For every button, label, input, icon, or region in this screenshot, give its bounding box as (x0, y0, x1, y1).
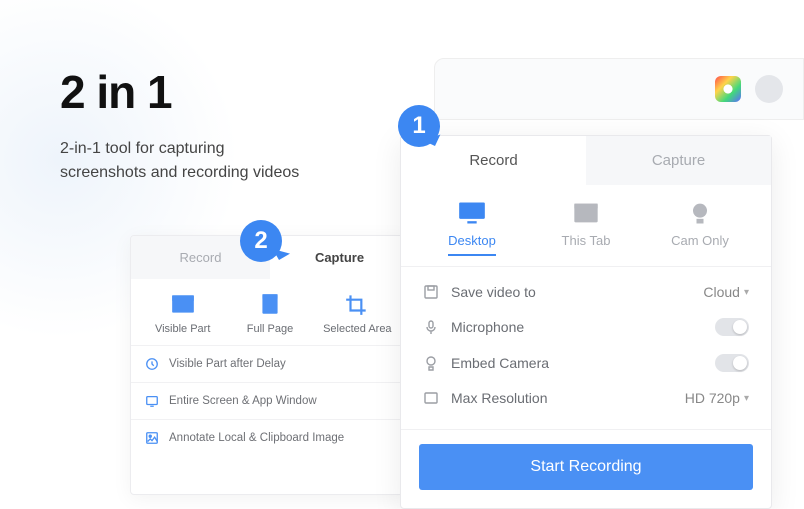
capture-visible-part[interactable]: Visible Part (143, 293, 223, 335)
save-icon (423, 284, 439, 300)
mode-desktop[interactable]: Desktop (427, 201, 517, 256)
settings-list: Save video to Cloud▾ Microphone Embed Ca… (401, 266, 771, 430)
capture-entire-screen[interactable]: Entire Screen & App Window (131, 382, 409, 419)
hd-icon (423, 390, 439, 406)
setting-microphone-label: Microphone (451, 319, 715, 335)
setting-max-resolution[interactable]: Max Resolution HD 720p▾ (423, 381, 749, 415)
mode-row: Desktop This Tab Cam Only (401, 185, 771, 266)
chevron-down-icon: ▾ (744, 393, 749, 404)
setting-microphone[interactable]: Microphone (423, 309, 749, 345)
record-panel-tabs: Record Capture (401, 136, 771, 185)
setting-save-to-value: Cloud▾ (703, 284, 749, 300)
chevron-down-icon: ▾ (744, 287, 749, 298)
mode-cam-only[interactable]: Cam Only (655, 201, 745, 256)
window-icon (170, 293, 196, 315)
setting-save-to-label: Save video to (451, 284, 703, 300)
setting-embed-camera[interactable]: Embed Camera (423, 345, 749, 381)
tab-icon (572, 201, 600, 225)
capture-selected-area-label: Selected Area (323, 323, 392, 335)
camera-icon (686, 201, 714, 225)
capture-full-page[interactable]: Full Page (230, 293, 310, 335)
capture-visible-delay-label: Visible Part after Delay (169, 358, 286, 370)
extension-icon[interactable] (715, 76, 741, 102)
hero-title: 2 in 1 (60, 65, 299, 119)
crop-icon (344, 293, 370, 315)
tab2-capture[interactable]: Capture (270, 236, 409, 279)
capture-visible-part-label: Visible Part (155, 323, 210, 335)
image-icon (145, 431, 159, 445)
desktop-icon (458, 201, 486, 225)
capture-entire-screen-label: Entire Screen & App Window (169, 395, 317, 407)
avatar-placeholder (755, 75, 783, 103)
setting-max-resolution-value: HD 720p▾ (685, 390, 749, 406)
setting-save-to[interactable]: Save video to Cloud▾ (423, 275, 749, 309)
callout-badge-1: 1 (398, 105, 440, 147)
microphone-icon (423, 319, 439, 335)
start-recording-button[interactable]: Start Recording (419, 444, 753, 490)
mode-this-tab[interactable]: This Tab (541, 201, 631, 256)
capture-annotate[interactable]: Annotate Local & Clipboard Image (131, 419, 409, 456)
capture-list: Visible Part after Delay Entire Screen &… (131, 345, 409, 456)
screen-icon (145, 394, 159, 408)
capture-visible-delay[interactable]: Visible Part after Delay (131, 345, 409, 382)
setting-embed-camera-label: Embed Camera (451, 355, 715, 371)
hero: 2 in 1 2-in-1 tool for capturing screens… (60, 65, 299, 185)
camera-small-icon (423, 355, 439, 371)
mode-desktop-label: Desktop (448, 233, 496, 256)
page-icon (257, 293, 283, 315)
browser-toolbar (434, 58, 804, 120)
capture-panel: Record Capture Visible Part Full Page Se… (130, 235, 410, 495)
microphone-toggle[interactable] (715, 318, 749, 336)
mode-cam-only-label: Cam Only (671, 233, 729, 248)
record-panel: Record Capture Desktop This Tab Cam Only… (400, 135, 772, 509)
hero-subtitle: 2-in-1 tool for capturing screenshots an… (60, 137, 299, 185)
clock-icon (145, 357, 159, 371)
mode-this-tab-label: This Tab (562, 233, 611, 248)
callout-badge-2: 2 (240, 220, 282, 262)
setting-max-resolution-label: Max Resolution (451, 390, 685, 406)
hero-subtitle-line1: 2-in-1 tool for capturing (60, 137, 299, 161)
capture-full-page-label: Full Page (247, 323, 293, 335)
capture-selected-area[interactable]: Selected Area (317, 293, 397, 335)
tab-capture[interactable]: Capture (586, 136, 771, 185)
embed-camera-toggle[interactable] (715, 354, 749, 372)
hero-subtitle-line2: screenshots and recording videos (60, 161, 299, 185)
capture-quick-row: Visible Part Full Page Selected Area (131, 279, 409, 345)
capture-annotate-label: Annotate Local & Clipboard Image (169, 432, 344, 444)
